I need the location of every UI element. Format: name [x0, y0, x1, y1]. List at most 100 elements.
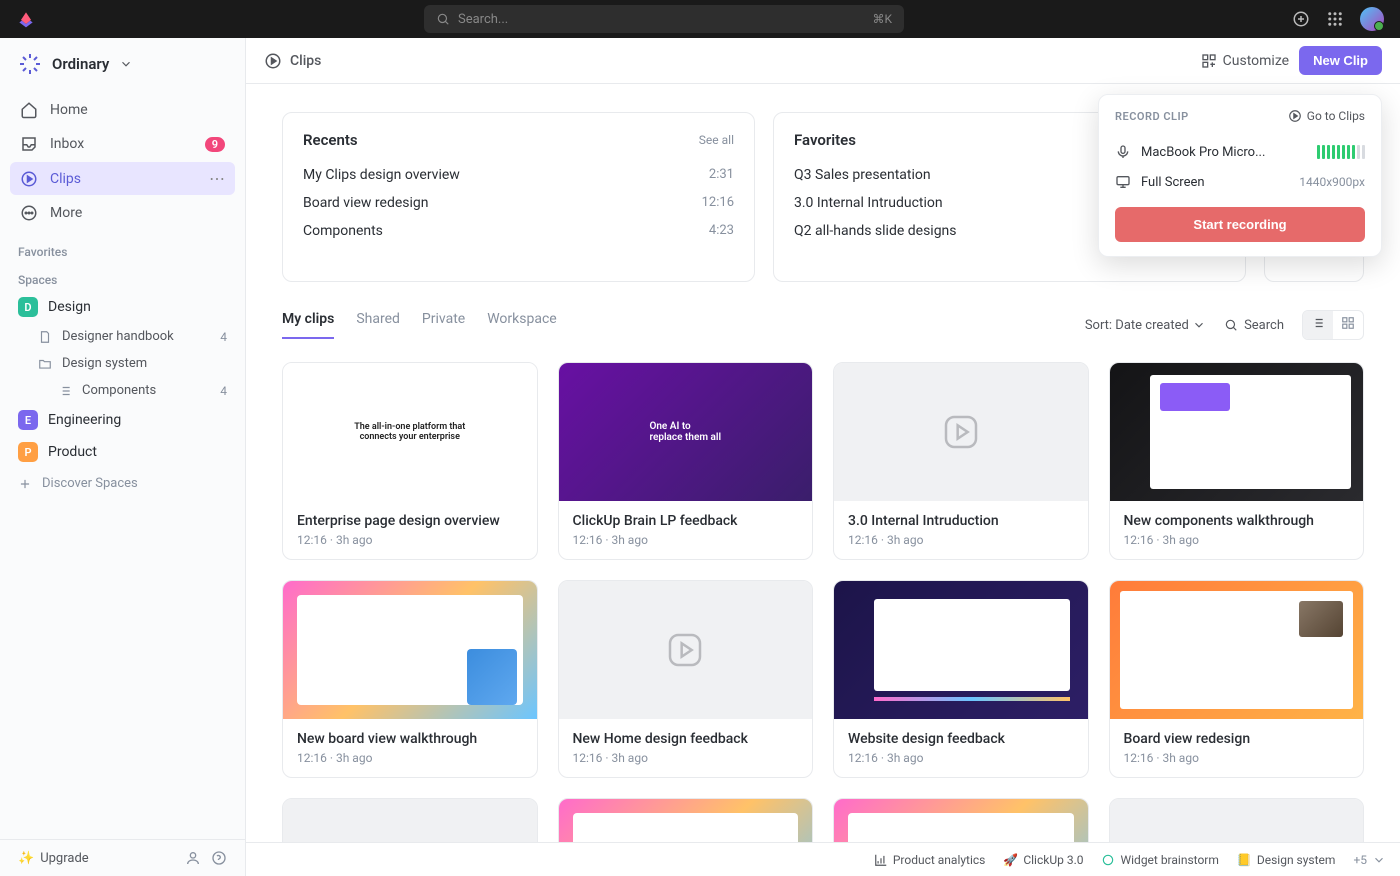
- tray-product-analytics[interactable]: Product analytics: [874, 853, 986, 867]
- spaces-section-label: Spaces: [0, 263, 245, 291]
- space-product[interactable]: P Product: [0, 436, 245, 468]
- clip-card[interactable]: Website design feedback 12:16 · 3h ago: [833, 580, 1089, 778]
- home-icon: [20, 101, 38, 119]
- tabs-row: My clips Shared Private Workspace Sort: …: [282, 310, 1364, 340]
- list-item[interactable]: My Clips design overview2:31: [303, 161, 734, 189]
- new-clip-button[interactable]: New Clip: [1299, 46, 1382, 75]
- clip-meta: 12:16 · 3h ago: [1124, 533, 1350, 547]
- clip-card[interactable]: New board view walkthrough12:16 · 3h ago: [282, 580, 538, 778]
- tray-widget-brainstorm[interactable]: Widget brainstorm: [1101, 853, 1218, 867]
- clip-thumbnail: [559, 581, 813, 719]
- clips-icon: [264, 52, 282, 70]
- clip-card[interactable]: New components walkthrough12:16 · 3h ago: [1109, 362, 1365, 560]
- tray-more[interactable]: +5: [1353, 853, 1386, 867]
- page-title: Clips: [264, 52, 321, 70]
- clip-meta: 12:16 · 3h ago: [848, 533, 1074, 547]
- search-icon: [436, 12, 450, 26]
- space-name: Product: [48, 444, 97, 460]
- clip-meta: 12:16 · 3h ago: [297, 533, 523, 547]
- view-list-button[interactable]: [1303, 311, 1333, 339]
- screen-selector[interactable]: Full Screen 1440x900px: [1115, 167, 1365, 197]
- more-icon: [20, 204, 38, 222]
- space-child-designer-handbook[interactable]: Designer handbook 4: [0, 323, 245, 350]
- tray-clickup30[interactable]: 🚀ClickUp 3.0: [1003, 853, 1083, 867]
- grid-apps-icon[interactable]: [1326, 10, 1344, 28]
- tab-my-clips[interactable]: My clips: [282, 311, 334, 339]
- audio-level-indicator: [1317, 145, 1365, 159]
- list-item[interactable]: Board view redesign12:16: [303, 189, 734, 217]
- sidebar: Ordinary Home Inbox 9 Clips ⋯ More: [0, 38, 246, 876]
- screen-resolution: 1440x900px: [1299, 175, 1365, 189]
- clip-card[interactable]: Board view redesign12:16 · 3h ago: [1109, 580, 1365, 778]
- upgrade-button[interactable]: ✨ Upgrade: [18, 851, 89, 866]
- sidebar-item-home[interactable]: Home: [10, 94, 235, 126]
- sidebar-item-more[interactable]: More: [10, 197, 235, 229]
- tab-workspace[interactable]: Workspace: [487, 311, 557, 339]
- clip-meta: 12:16 · 3h ago: [848, 751, 1074, 765]
- child-count: 4: [220, 330, 227, 344]
- chevron-down-icon: [119, 57, 133, 71]
- bottom-bar: Product analytics 🚀ClickUp 3.0 Widget br…: [246, 842, 1400, 876]
- circle-icon: [1101, 853, 1115, 867]
- space-badge: D: [18, 297, 38, 317]
- space-badge: E: [18, 410, 38, 430]
- sidebar-item-inbox[interactable]: Inbox 9: [10, 128, 235, 160]
- clip-card[interactable]: One AI toreplace them all ClickUp Brain …: [558, 362, 814, 560]
- workspace-switcher[interactable]: Ordinary: [0, 38, 245, 90]
- space-child-components[interactable]: Components 4: [0, 377, 245, 404]
- start-recording-button[interactable]: Start recording: [1115, 207, 1365, 242]
- see-all-link[interactable]: See all: [699, 133, 734, 147]
- view-grid-button[interactable]: [1333, 311, 1363, 339]
- sidebar-footer: ✨ Upgrade: [0, 839, 245, 876]
- goto-clips-link[interactable]: Go to Clips: [1288, 109, 1365, 123]
- clip-thumbnail: The all-in-one platform thatconnects you…: [283, 363, 537, 501]
- popup-title: RECORD CLIP: [1115, 110, 1189, 123]
- favorites-section-label: Favorites: [0, 235, 245, 263]
- play-icon: [665, 630, 705, 670]
- clips-icon: [1288, 109, 1302, 123]
- upgrade-label: Upgrade: [40, 851, 88, 866]
- person-icon[interactable]: [185, 850, 201, 866]
- search-button[interactable]: Search: [1224, 318, 1284, 333]
- tray-design-system[interactable]: 📒Design system: [1237, 853, 1336, 867]
- plus-icon: [18, 477, 32, 491]
- more-dots-icon[interactable]: ⋯: [209, 169, 225, 188]
- list-item[interactable]: Components4:23: [303, 217, 734, 245]
- space-engineering[interactable]: E Engineering: [0, 404, 245, 436]
- play-icon: [941, 412, 981, 452]
- clip-title: Enterprise page design overview: [297, 513, 523, 529]
- mic-selector[interactable]: MacBook Pro Micro...: [1115, 137, 1365, 167]
- sidebar-item-clips[interactable]: Clips ⋯: [10, 162, 235, 195]
- topbar: Search... ⌘K: [0, 0, 1400, 38]
- user-avatar[interactable]: [1360, 7, 1384, 31]
- space-child-design-system[interactable]: Design system: [0, 350, 245, 377]
- clip-card[interactable]: New Home design feedback12:16 · 3h ago: [558, 580, 814, 778]
- doc-icon: [38, 330, 52, 344]
- clip-card[interactable]: 3.0 Internal Intruduction12:16 · 3h ago: [833, 362, 1089, 560]
- clip-title: ClickUp Brain LP feedback: [573, 513, 799, 529]
- space-name: Engineering: [48, 412, 121, 428]
- recents-card: Recents See all My Clips design overview…: [282, 112, 755, 282]
- global-search[interactable]: Search... ⌘K: [424, 5, 904, 33]
- plus-circle-icon[interactable]: [1292, 10, 1310, 28]
- clip-meta: 12:16 · 3h ago: [573, 751, 799, 765]
- rocket-icon: 🚀: [1003, 853, 1018, 867]
- tab-private[interactable]: Private: [422, 311, 465, 339]
- clip-title: New board view walkthrough: [297, 731, 523, 747]
- clip-title: Board view redesign: [1124, 731, 1350, 747]
- chevron-down-icon: [1192, 318, 1206, 332]
- clip-card[interactable]: The all-in-one platform thatconnects you…: [282, 362, 538, 560]
- grid-view-icon: [1341, 316, 1355, 330]
- notepad-icon: 📒: [1237, 853, 1252, 867]
- tab-shared[interactable]: Shared: [356, 311, 400, 339]
- search-shortcut: ⌘K: [872, 12, 892, 26]
- microphone-icon: [1115, 144, 1131, 160]
- customize-button[interactable]: Customize: [1201, 53, 1289, 69]
- discover-spaces[interactable]: Discover Spaces: [0, 468, 245, 499]
- help-icon[interactable]: [211, 850, 227, 866]
- sort-dropdown[interactable]: Sort: Date created: [1085, 318, 1206, 333]
- workspace-icon: [18, 52, 42, 76]
- clip-thumbnail: [834, 581, 1088, 719]
- clip-title: Website design feedback: [848, 731, 1074, 747]
- space-design[interactable]: D Design: [0, 291, 245, 323]
